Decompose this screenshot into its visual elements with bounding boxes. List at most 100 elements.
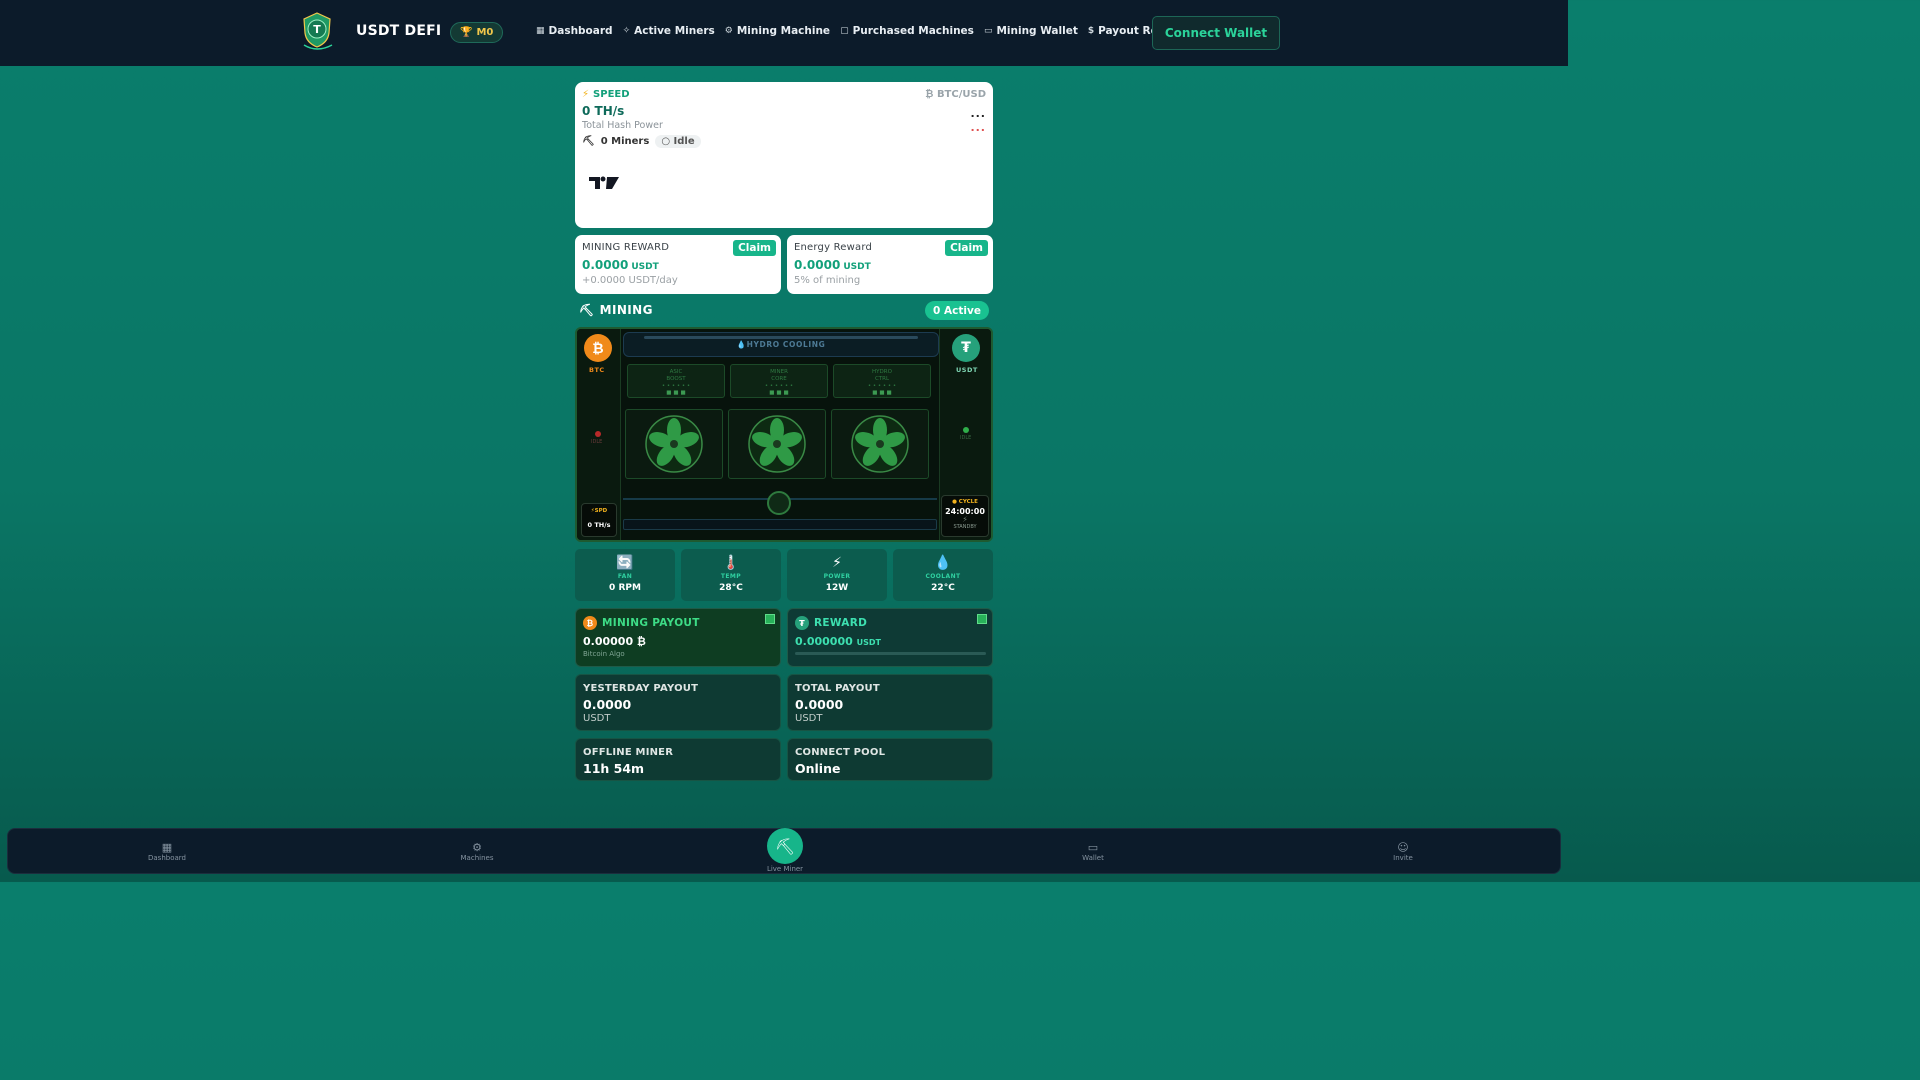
energy-reward-amount: 0.0000 [794, 258, 841, 272]
hydro-cooling-bar: 💧 HYDRO COOLING [623, 332, 939, 357]
tether-icon: ₮ [795, 616, 809, 630]
mining-payout-title-text: MINING PAYOUT [602, 617, 700, 629]
offline-miner-value: 11h 54m [583, 761, 645, 776]
spd-label: ⚡SPD [590, 508, 608, 514]
live-miner-label: Live Miner [766, 865, 804, 873]
mining-reward-rate: +0.0000 USDT/day [582, 275, 678, 286]
bottom-nav-machines[interactable]: ⚙ Machines [447, 841, 507, 862]
panel-line: ASIC [669, 369, 683, 375]
panel-line: BOOST [666, 376, 686, 382]
lightning-icon: ⚡ [582, 89, 590, 100]
users-icon: ☺ [1397, 841, 1409, 854]
yesterday-payout-title: YESTERDAY PAYOUT [583, 683, 699, 694]
reward-title: ₮ REWARD [795, 616, 867, 630]
dollar-icon: $ [1087, 26, 1095, 36]
panel-asic-boost: ASIC BOOST • • • • • • ■ ■ ■ [627, 364, 725, 398]
nav-label: Mining Machine [736, 25, 831, 37]
grid-icon: ▦ [161, 841, 173, 854]
live-miner-button[interactable]: ⛏ [767, 828, 803, 864]
nav-label: Mining Wallet [996, 25, 1078, 37]
stat-coolant: 💧 COOLANT 22°C [893, 549, 993, 601]
main-nav: ▦ Dashboard ✧ Active Miners ⚙ Mining Machin… [536, 25, 1190, 37]
mining-payout-algo: Bitcoin Algo [583, 650, 625, 658]
offline-miner-title: OFFLINE MINER [583, 747, 674, 758]
nav-item-mining-wallet[interactable]: ▭ Mining Wallet [984, 25, 1078, 37]
status-square [977, 614, 987, 624]
yesterday-payout-value: 0.0000 [583, 697, 632, 712]
spd-label-text: SPD [594, 508, 608, 514]
claim-energy-button[interactable]: Claim [945, 240, 988, 256]
svg-text:T: T [313, 23, 321, 36]
mining-section-title: ⛏ MINING [579, 303, 653, 317]
bag-icon: ▢ [840, 26, 849, 36]
droplet-icon: 💧 [934, 555, 952, 571]
panel-miner-core: MINER CORE • • • • • • ■ ■ ■ [730, 364, 828, 398]
fan-icon [748, 415, 806, 473]
pair-text: BTC/USD [936, 89, 986, 100]
rank-badge[interactable]: 🏆 M0 [450, 22, 504, 43]
nav-item-purchased-machines[interactable]: ▢ Purchased Machines [840, 25, 974, 37]
left-status-dot [595, 431, 601, 437]
stat-value: 0 RPM [609, 583, 641, 593]
trophy-icon: 🏆 [460, 27, 473, 38]
panel-hydro-ctrl: HYDRO CTRL • • • • • • ■ ■ ■ [833, 364, 931, 398]
pickaxe-icon: ⛏ [774, 836, 796, 856]
total-payout-value: 0.0000 [795, 697, 844, 712]
bottom-nav-invite[interactable]: ☺ Invite [1373, 841, 1433, 862]
bottom-nav-wallet[interactable]: ▭ Wallet [1063, 841, 1123, 862]
speed-card: ⚡ SPEED ₿ BTC/USD 0 TH/s Total Hash Power… [575, 82, 993, 228]
claim-mining-button[interactable]: Claim [733, 240, 776, 256]
wallet-icon: ▭ [983, 26, 993, 36]
offline-miner-card: OFFLINE MINER 11h 54m [575, 738, 781, 781]
fan-1 [625, 409, 723, 479]
lightning-icon: ⚡ [832, 555, 842, 571]
cycle-status: STANDBY [953, 524, 977, 530]
spd-value: 0 TH/s [587, 521, 611, 529]
stat-label: COOLANT [925, 573, 961, 580]
pickaxe-icon: ⛏ [582, 136, 595, 147]
mining-machine-visual: ₿ BTC IDLE ⚡SPD 0 TH/s 💧 HYDRO COOLING A… [575, 327, 993, 542]
status-square [765, 614, 775, 624]
mining-payout-card: ₿ MINING PAYOUT 0.00000 ₿ Bitcoin Algo [575, 608, 781, 667]
fan-3 [831, 409, 929, 479]
miners-text: 0 Miners [600, 136, 650, 147]
mining-reward-value: 0.0000 USDT [582, 258, 659, 272]
hash-rate-subtitle: Total Hash Power [582, 120, 663, 131]
tradingview-logo[interactable] [588, 174, 620, 192]
nav-label: Dashboard [548, 25, 613, 37]
pickaxe-icon: ⛏ [579, 303, 595, 317]
left-coin-label: BTC [589, 366, 605, 374]
reward-payout-card: ₮ REWARD 0.000000 USDT [787, 608, 993, 667]
bottom-nav-label: Wallet [1082, 854, 1104, 862]
nav-item-dashboard[interactable]: ▦ Dashboard [536, 25, 613, 37]
energy-reward-unit: USDT [843, 262, 871, 272]
stat-label: TEMP [720, 573, 742, 580]
change-placeholder: ... [970, 121, 986, 134]
mining-reward-unit: USDT [631, 262, 659, 272]
reward-title-text: REWARD [814, 617, 868, 629]
nav-item-active-miners[interactable]: ✧ Active Miners [623, 25, 715, 37]
bitcoin-icon: ₿ [584, 334, 612, 362]
panel-line: CTRL [874, 376, 890, 382]
speed-label-text: SPEED [593, 89, 630, 100]
gear-icon: ⚙ [472, 841, 482, 854]
machine-left-column: ₿ BTC IDLE ⚡SPD 0 TH/s [577, 329, 621, 540]
bottom-nav: ▦ Dashboard ⚙ Machines ⛏ Live Miner ▭ Walle… [7, 828, 1561, 874]
status-text: Idle [673, 136, 695, 147]
total-payout-unit: USDT [795, 713, 823, 724]
yesterday-payout-card: YESTERDAY PAYOUT 0.0000 USDT [575, 674, 781, 731]
connect-pool-value: Online [795, 761, 841, 776]
nav-item-mining-machine[interactable]: ⚙ Mining Machine [725, 25, 830, 37]
energy-reward-note: 5% of mining [794, 275, 861, 286]
reward-progress-bar [795, 652, 986, 655]
usdt-shield-logo[interactable]: T [300, 11, 334, 51]
stat-power: ⚡ POWER 12W [787, 549, 887, 601]
connect-wallet-button[interactable]: Connect Wallet [1152, 16, 1280, 50]
energy-reward-card: Energy Reward Claim 0.0000 USDT 5% of min… [787, 235, 993, 294]
energy-reward-value: 0.0000 USDT [794, 258, 871, 272]
bottom-nav-dashboard[interactable]: ▦ Dashboard [137, 841, 197, 862]
mining-payout-value: 0.00000 ₿ [583, 635, 646, 648]
tether-icon: ₮ [952, 334, 980, 362]
tick-strip [623, 519, 937, 530]
mining-reward-title: MINING REWARD [582, 242, 670, 253]
